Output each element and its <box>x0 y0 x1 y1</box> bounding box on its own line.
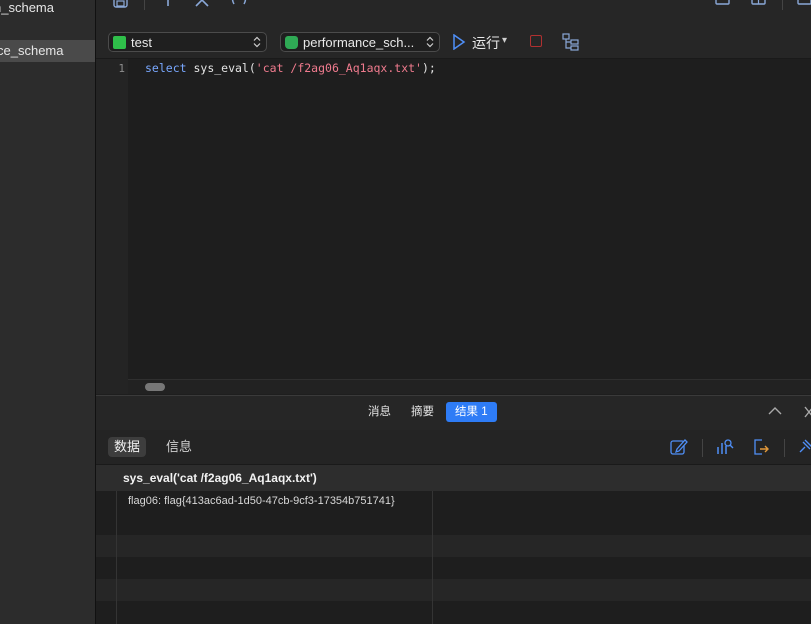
explain-icon[interactable] <box>562 33 580 51</box>
tools-icon[interactable] <box>194 0 212 8</box>
scrollbar-thumb[interactable] <box>145 383 165 391</box>
grid-divider <box>432 491 433 624</box>
database-icon <box>285 36 298 49</box>
table-row-empty <box>96 601 811 623</box>
line-number: 1 <box>118 62 125 75</box>
save-icon[interactable] <box>112 0 130 8</box>
toolbar-divider <box>782 0 783 10</box>
sql-editor[interactable]: 1 select sys_eval('cat /f2ag06_Aq1aqx.tx… <box>96 59 811 394</box>
line-gutter: 1 <box>96 59 128 394</box>
result-tabs: 消息 摘要 结果 1 <box>96 395 811 431</box>
database-select-value: performance_sch... <box>303 35 415 50</box>
sql-code-line[interactable]: select sys_eval('cat /f2ag06_Aq1aqx.txt'… <box>145 61 436 75</box>
tab-info[interactable]: 信息 <box>160 437 198 457</box>
pin-icon[interactable] <box>796 438 811 456</box>
toolbar-divider <box>784 439 785 457</box>
chevron-updown-icon <box>253 36 261 48</box>
export-icon[interactable] <box>752 438 770 456</box>
chevron-updown-icon <box>426 36 434 48</box>
grid-header: sys_eval('cat /f2ag06_Aq1aqx.txt') <box>96 465 811 491</box>
result-grid: sys_eval('cat /f2ag06_Aq1aqx.txt') flag0… <box>96 465 811 624</box>
layout-split-icon[interactable] <box>750 0 768 8</box>
beautify-icon[interactable] <box>162 0 180 8</box>
table-row-empty <box>96 513 811 535</box>
sidebar-item-label: n_schema <box>0 0 54 15</box>
sql-end: ); <box>421 61 436 75</box>
horizontal-scrollbar[interactable] <box>128 379 811 394</box>
tab-summary[interactable]: 摘要 <box>402 402 443 422</box>
sql-keyword: select <box>145 61 187 75</box>
connection-select[interactable]: test <box>108 32 267 52</box>
sidebar-item-label: ce_schema <box>0 43 64 58</box>
column-header[interactable]: sys_eval('cat /f2ag06_Aq1aqx.txt') <box>123 471 317 485</box>
panel-icon[interactable] <box>796 0 811 8</box>
tab-data[interactable]: 数据 <box>108 437 147 457</box>
connection-select-value: test <box>131 35 152 50</box>
table-row[interactable]: flag06: flag{413ac6ad-1d50-47cb-9cf3-173… <box>96 491 811 513</box>
table-row-empty <box>96 557 811 579</box>
edit-icon[interactable] <box>670 438 688 456</box>
play-icon <box>453 34 466 50</box>
toolbar-divider <box>702 439 703 457</box>
tab-result-1[interactable]: 结果 1 <box>446 402 497 422</box>
chart-search-icon[interactable] <box>716 438 734 456</box>
tab-messages[interactable]: 消息 <box>359 402 400 422</box>
sql-string: 'cat /f2ag06_Aq1aqx.txt' <box>255 61 422 75</box>
chevron-up-icon[interactable] <box>768 406 782 416</box>
stop-button[interactable] <box>530 35 542 47</box>
sidebar-item-schema[interactable]: n_schema <box>0 0 95 19</box>
toolbar-divider <box>144 0 145 10</box>
result-cell[interactable]: flag06: flag{413ac6ad-1d50-47cb-9cf3-173… <box>128 495 395 507</box>
sidebar-item-schema-selected[interactable]: ce_schema <box>0 40 95 62</box>
layout-top-icon[interactable] <box>714 0 732 8</box>
mysql-connection-icon <box>113 36 126 49</box>
grid-divider <box>116 491 117 624</box>
run-dropdown-icon[interactable]: ▾ <box>502 35 507 46</box>
braces-icon[interactable] <box>230 0 248 8</box>
run-label: 运行 <box>472 35 500 51</box>
query-toolbar: test performance_sch... 运行 ▾ <box>96 0 811 59</box>
table-row-empty <box>96 535 811 557</box>
sidebar: n_schema ce_schema <box>0 0 96 624</box>
close-icon[interactable] <box>804 406 811 418</box>
database-select[interactable]: performance_sch... <box>280 32 440 52</box>
sql-function: sys_eval( <box>186 61 256 75</box>
result-subbar: 数据 信息 <box>96 430 811 465</box>
table-row-empty <box>96 579 811 601</box>
